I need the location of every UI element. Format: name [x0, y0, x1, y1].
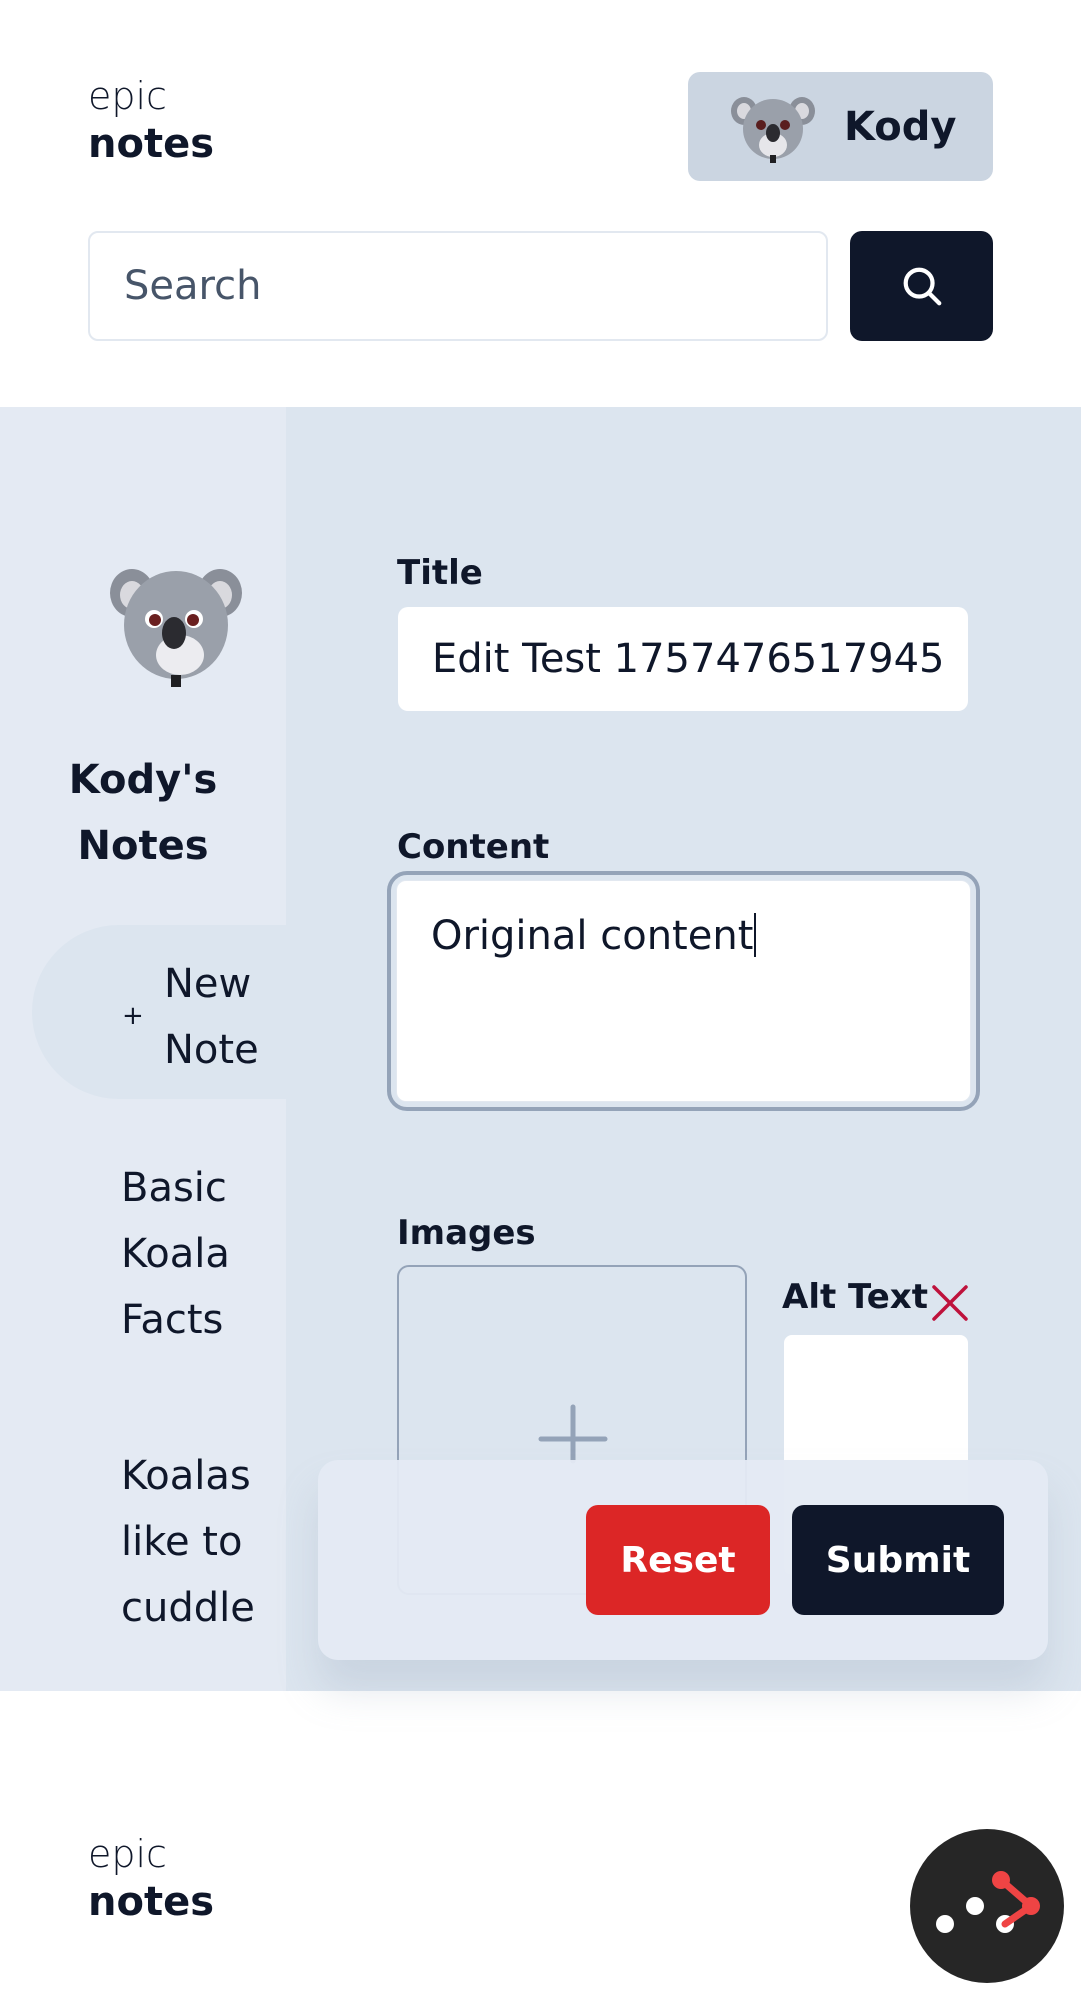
search-input[interactable]	[88, 231, 828, 341]
title-input[interactable]	[398, 607, 968, 711]
text-caret	[754, 913, 757, 957]
remove-image-button[interactable]	[930, 1283, 970, 1323]
user-name: Kody	[844, 103, 957, 150]
footer-logo-line-2: notes	[88, 1878, 215, 1925]
note-link[interactable]: Koalas like to cuddle	[121, 1443, 271, 1641]
new-note-label: New Note	[164, 961, 259, 1073]
plus-icon: +	[122, 1001, 144, 1031]
search-icon	[903, 267, 941, 306]
new-note-button[interactable]: + New Note	[32, 925, 286, 1099]
network-icon	[936, 1871, 1040, 1933]
content-textarea[interactable]: Original content	[396, 880, 971, 1102]
note-link[interactable]: Basic Koala Facts	[121, 1155, 271, 1353]
owner-avatar-icon	[110, 569, 242, 687]
logo-link[interactable]: epic notes	[88, 74, 214, 168]
form-action-bar: Reset Submit	[318, 1460, 1048, 1660]
alt-text-label: Alt Text	[782, 1277, 928, 1317]
content-label: Content	[397, 827, 550, 867]
title-label: Title	[397, 553, 483, 593]
logo-line-2: notes	[88, 120, 215, 167]
logo-line-1: epic	[88, 74, 167, 118]
user-menu-button[interactable]: Kody	[688, 72, 993, 181]
dev-tools-button[interactable]	[910, 1829, 1064, 1983]
content-focus-ring: Original content	[387, 871, 980, 1111]
content-text: Original content	[431, 913, 754, 959]
main-panel: Kody's Notes + New Note Basic Koala Fact…	[0, 407, 1081, 1691]
search-button[interactable]	[850, 231, 993, 341]
owner-title: Kody's Notes	[68, 757, 218, 869]
footer-logo-link[interactable]: epic notes	[88, 1832, 214, 1926]
close-icon	[932, 1285, 968, 1321]
footer-logo-line-1: epic	[88, 1832, 167, 1876]
images-label: Images	[397, 1213, 536, 1253]
reset-button[interactable]: Reset	[586, 1505, 770, 1615]
user-avatar-icon	[731, 96, 815, 163]
submit-button[interactable]: Submit	[792, 1505, 1004, 1615]
notes-sidebar: Kody's Notes + New Note Basic Koala Fact…	[0, 407, 286, 1691]
